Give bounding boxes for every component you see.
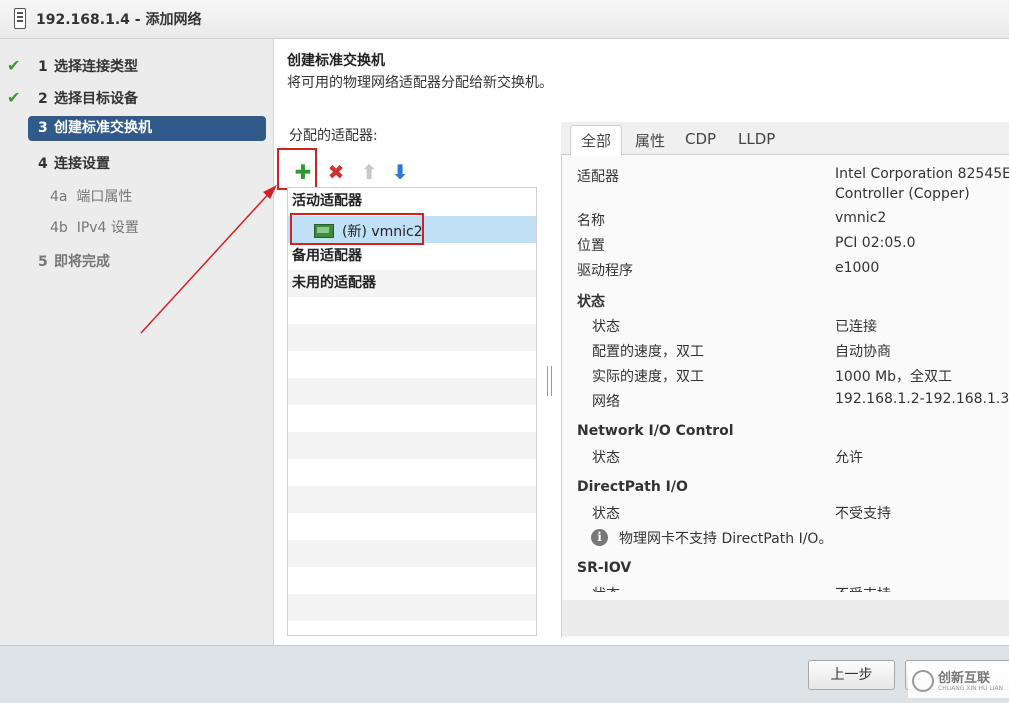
list-item [288,297,536,324]
watermark-en: CHUANG XIN HU LIAN [938,685,1004,692]
name-value: vmnic2 [835,210,887,226]
window-title: 192.168.1.4 - 添加网络 [36,12,202,28]
assigned-adapters-label: 分配的适配器: [289,128,378,144]
adapter-value: Intel Corporation 82545EM [835,166,1009,182]
network-label: 网络 [592,394,620,410]
group-unused-adapters: 未用的适配器 [288,270,536,297]
page-description: 将可用的物理网络适配器分配给新交换机。 [287,75,553,91]
list-item [288,405,536,432]
directpath-status-label: 状态 [592,506,620,522]
tab-properties[interactable]: 属性 [635,130,665,151]
host-icon [14,8,26,29]
details-tabs: 全部 属性 CDP LLDP [561,122,1009,156]
annotation-arrow [140,185,277,334]
actual-speed-label: 实际的速度，双工 [592,369,704,385]
details-scroll-area [562,600,1009,636]
adapter-label: 适配器 [577,169,619,185]
sriov-status-label: 状态 [592,584,620,592]
sriov-row-clipped: 状态 不受支持 [563,584,1009,592]
configured-speed-value: 自动协商 [835,344,891,360]
step-select-connection-type[interactable]: 1 选择连接类型 [38,56,138,76]
nioc-status-value: 允许 [835,450,863,466]
list-item [288,540,536,567]
annotation-box-vmnic2 [290,213,424,245]
list-item [288,432,536,459]
check-icon: ✔ [7,88,21,107]
list-item [288,486,536,513]
step-create-standard-switch[interactable]: 3 创建标准交换机 [28,116,266,141]
adapter-list: 活动适配器 (新) vmnic2 备用适配器 未用的适配器 [287,187,537,636]
step-select-target-device[interactable]: 2 选择目标设备 [38,88,138,108]
wizard-steps: ✔ 1 选择连接类型 ✔ 2 选择目标设备 3 创建标准交换机 4 连接设置 4a 端口… [0,39,274,645]
step-ipv4-settings[interactable]: 4b IPv4 设置 [50,217,139,237]
status-label: 状态 [592,319,620,335]
location-label: 位置 [577,238,605,254]
driver-value: e1000 [835,260,880,276]
tab-all[interactable]: 全部 [570,125,623,156]
nioc-status-label: 状态 [592,450,620,466]
configured-speed-label: 配置的速度，双工 [592,344,704,360]
group-standby-adapters: 备用适配器 [292,248,362,264]
pane-splitter[interactable] [547,366,552,396]
status-section-title: 状态 [577,294,605,310]
tab-lldp[interactable]: LLDP [738,130,775,148]
adapter-value-2: Controller (Copper) [835,186,970,202]
directpath-status-value: 不受支持 [835,506,891,522]
sriov-status-value: 不受支持 [835,584,891,592]
step-port-properties[interactable]: 4a 端口属性 [50,186,132,206]
window-title-bar: 192.168.1.4 - 添加网络 [0,0,1009,39]
step-ready-to-complete[interactable]: 5 即将完成 [38,251,110,271]
list-item [288,378,536,405]
watermark-cn: 创新互联 [938,671,991,686]
list-item [288,513,536,540]
list-item [288,324,536,351]
directpath-note: 物理网卡不支持 DirectPath I/O。 [619,531,833,547]
list-item [288,567,536,594]
move-up-icon[interactable]: ⬆ [359,162,379,182]
watermark-logo-icon [912,670,934,692]
directpath-section-title: DirectPath I/O [577,479,688,495]
network-value: 192.168.1.2-192.168.1.3 [835,391,1009,407]
check-icon: ✔ [7,56,21,75]
status-value: 已连接 [835,319,877,335]
list-item [288,351,536,378]
nioc-section-title: Network I/O Control [577,423,734,439]
list-item [288,459,536,486]
info-icon: i [591,529,608,546]
group-active-adapters: 活动适配器 [292,193,362,209]
actual-speed-value: 1000 Mb，全双工 [835,369,953,385]
step-connection-settings[interactable]: 4 连接设置 [38,153,110,173]
move-down-icon[interactable]: ⬇ [390,162,410,182]
page-title: 创建标准交换机 [287,53,385,69]
watermark: 创新互联 CHUANG XIN HU LIAN [908,664,1009,698]
location-value: PCI 02:05.0 [835,235,916,251]
driver-label: 驱动程序 [577,263,633,279]
name-label: 名称 [577,213,605,229]
tab-cdp[interactable]: CDP [685,130,716,148]
back-button[interactable]: 上一步 [808,660,895,690]
sriov-section-title: SR-IOV [577,560,632,576]
remove-adapter-icon[interactable]: ✖ [326,162,346,182]
list-item [288,594,536,621]
